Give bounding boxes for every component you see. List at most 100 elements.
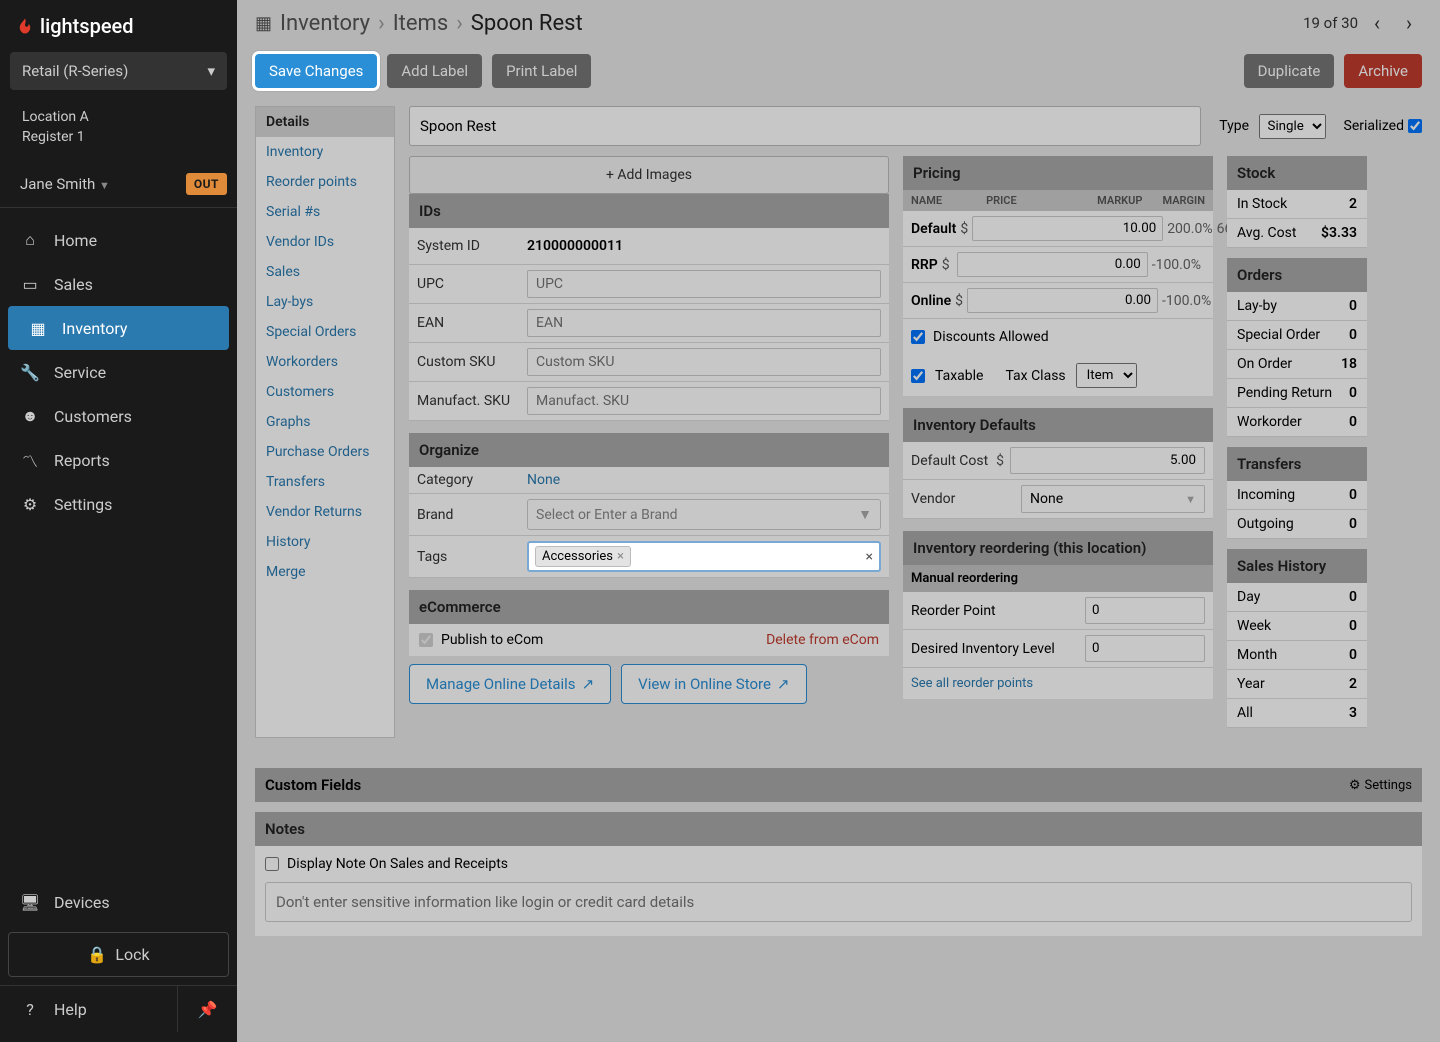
reorder-point-input[interactable] — [1085, 597, 1205, 624]
serialized-checkbox[interactable] — [1408, 119, 1422, 133]
main-panel: ▦ Inventory › Items › Spoon Rest 19 of 3… — [237, 0, 1440, 1042]
wrench-icon: 🔧 — [20, 362, 40, 382]
subnav-merge[interactable]: Merge — [256, 557, 394, 587]
pager-prev[interactable]: ‹ — [1364, 10, 1390, 36]
subnav-graphs[interactable]: Graphs — [256, 407, 394, 437]
subnav-details[interactable]: Details — [256, 107, 394, 137]
top-bar: ▦ Inventory › Items › Spoon Rest 19 of 3… — [237, 0, 1440, 46]
tax-class-select[interactable]: Item — [1076, 363, 1137, 388]
see-all-reorder-link[interactable]: See all reorder points — [903, 668, 1213, 699]
subnav-laybys[interactable]: Lay-bys — [256, 287, 394, 317]
subnav-history[interactable]: History — [256, 527, 394, 557]
discounts-checkbox[interactable] — [911, 330, 925, 344]
nav-settings[interactable]: ⚙Settings — [0, 482, 237, 526]
custom-fields-settings[interactable]: ⚙Settings — [1349, 778, 1412, 793]
subnav-transfers[interactable]: Transfers — [256, 467, 394, 497]
lock-icon: 🔒 — [87, 945, 107, 964]
custom-fields-header: Custom Fields ⚙Settings — [255, 768, 1422, 802]
subnav-vendor-ids[interactable]: Vendor IDs — [256, 227, 394, 257]
subnav-serial[interactable]: Serial #s — [256, 197, 394, 227]
vendor-select[interactable]: None▼ — [1021, 485, 1205, 513]
pin-icon: 📌 — [198, 1000, 218, 1019]
stock-header: Stock — [1227, 156, 1367, 190]
display-note-label: Display Note On Sales and Receipts — [265, 856, 1412, 872]
default-cost-input[interactable] — [1010, 447, 1205, 474]
external-link-icon: ↗ — [777, 675, 790, 693]
subnav-special-orders[interactable]: Special Orders — [256, 317, 394, 347]
subnav-workorders[interactable]: Workorders — [256, 347, 394, 377]
flame-icon — [16, 14, 34, 38]
ean-input[interactable] — [527, 309, 881, 337]
type-select[interactable]: Single — [1259, 114, 1326, 139]
price-default-input[interactable] — [972, 216, 1163, 241]
nav-home[interactable]: ⌂Home — [0, 218, 237, 262]
publish-ecom-checkbox[interactable] — [419, 633, 433, 647]
subnav-reorder[interactable]: Reorder points — [256, 167, 394, 197]
tags-input[interactable]: Accessories× × — [527, 541, 881, 572]
series-dropdown[interactable]: Retail (R-Series) ▾ — [10, 52, 227, 90]
help-icon: ? — [20, 999, 40, 1019]
chevron-down-icon: ▼ — [99, 179, 110, 192]
taxable-checkbox[interactable] — [911, 369, 925, 383]
user-icon: ☻ — [20, 406, 40, 426]
inventory-icon: ▦ — [28, 318, 48, 338]
archive-button[interactable]: Archive — [1344, 54, 1422, 88]
save-button[interactable]: Save Changes — [255, 54, 377, 88]
pin-button[interactable]: 📌 — [177, 986, 237, 1032]
location-info: Location A Register 1 — [10, 100, 227, 155]
nav-devices[interactable]: 🖥Devices — [0, 880, 237, 924]
subnav-vendor-returns[interactable]: Vendor Returns — [256, 497, 394, 527]
out-badge[interactable]: OUT — [186, 173, 227, 195]
breadcrumb: ▦ Inventory › Items › Spoon Rest — [255, 11, 583, 36]
nav-inventory[interactable]: ▦Inventory — [8, 306, 229, 350]
subnav-purchase-orders[interactable]: Purchase Orders — [256, 437, 394, 467]
sales-icon: ▭ — [20, 274, 40, 294]
category-link[interactable]: None — [527, 472, 560, 488]
ids-header: IDs — [409, 194, 889, 228]
lock-button[interactable]: 🔒Lock — [8, 932, 229, 977]
system-id-value: 210000000011 — [527, 233, 881, 259]
add-images-button[interactable]: + Add Images — [409, 156, 889, 194]
upc-input[interactable] — [527, 270, 881, 298]
transfers-header: Transfers — [1227, 447, 1367, 481]
mfr-sku-input[interactable] — [527, 387, 881, 415]
manage-online-button[interactable]: Manage Online Details↗ — [409, 664, 611, 704]
external-link-icon: ↗ — [582, 675, 595, 693]
tag-chip: Accessories× — [535, 546, 631, 567]
price-rrp-input[interactable] — [957, 252, 1148, 277]
duplicate-button[interactable]: Duplicate — [1244, 54, 1335, 88]
tag-remove[interactable]: × — [617, 549, 624, 564]
desired-level-input[interactable] — [1085, 635, 1205, 662]
nav-reports[interactable]: 〽Reports — [0, 438, 237, 482]
price-online-input[interactable] — [967, 288, 1158, 313]
tags-clear[interactable]: × — [866, 549, 873, 565]
notes-header: Notes — [255, 812, 1422, 846]
subnav-inventory[interactable]: Inventory — [256, 137, 394, 167]
breadcrumb-items[interactable]: Items — [393, 11, 449, 36]
nav-customers[interactable]: ☻Customers — [0, 394, 237, 438]
display-note-checkbox[interactable] — [265, 857, 279, 871]
delete-ecom-link[interactable]: Delete from eCom — [766, 632, 879, 648]
nav-sales[interactable]: ▭Sales — [0, 262, 237, 306]
pager-next[interactable]: › — [1396, 10, 1422, 36]
view-store-button[interactable]: View in Online Store↗ — [621, 664, 806, 704]
ecom-header: eCommerce — [409, 590, 889, 624]
nav-help[interactable]: ?Help — [0, 987, 177, 1031]
subnav-customers[interactable]: Customers — [256, 377, 394, 407]
user-row[interactable]: Jane Smith ▼ OUT — [0, 165, 237, 208]
brand-select[interactable]: Select or Enter a Brand▼ — [527, 499, 881, 530]
pricing-header: Pricing — [903, 156, 1213, 190]
print-label-button[interactable]: Print Label — [492, 54, 591, 88]
item-name-input[interactable] — [409, 106, 1201, 146]
subnav-sales[interactable]: Sales — [256, 257, 394, 287]
notes-textarea[interactable] — [265, 882, 1412, 922]
nav-service[interactable]: 🔧Service — [0, 350, 237, 394]
monitor-icon: 🖥 — [20, 892, 40, 912]
custom-sku-input[interactable] — [527, 348, 881, 376]
main-nav: ⌂Home ▭Sales ▦Inventory 🔧Service ☻Custom… — [0, 208, 237, 870]
reorder-header: Inventory reordering (this location) — [903, 531, 1213, 565]
sidebar: lightspeed Retail (R-Series) ▾ Location … — [0, 0, 237, 1042]
add-label-button[interactable]: Add Label — [387, 54, 482, 88]
chevron-down-icon: ▼ — [1185, 493, 1196, 506]
breadcrumb-inventory[interactable]: Inventory — [280, 11, 370, 36]
